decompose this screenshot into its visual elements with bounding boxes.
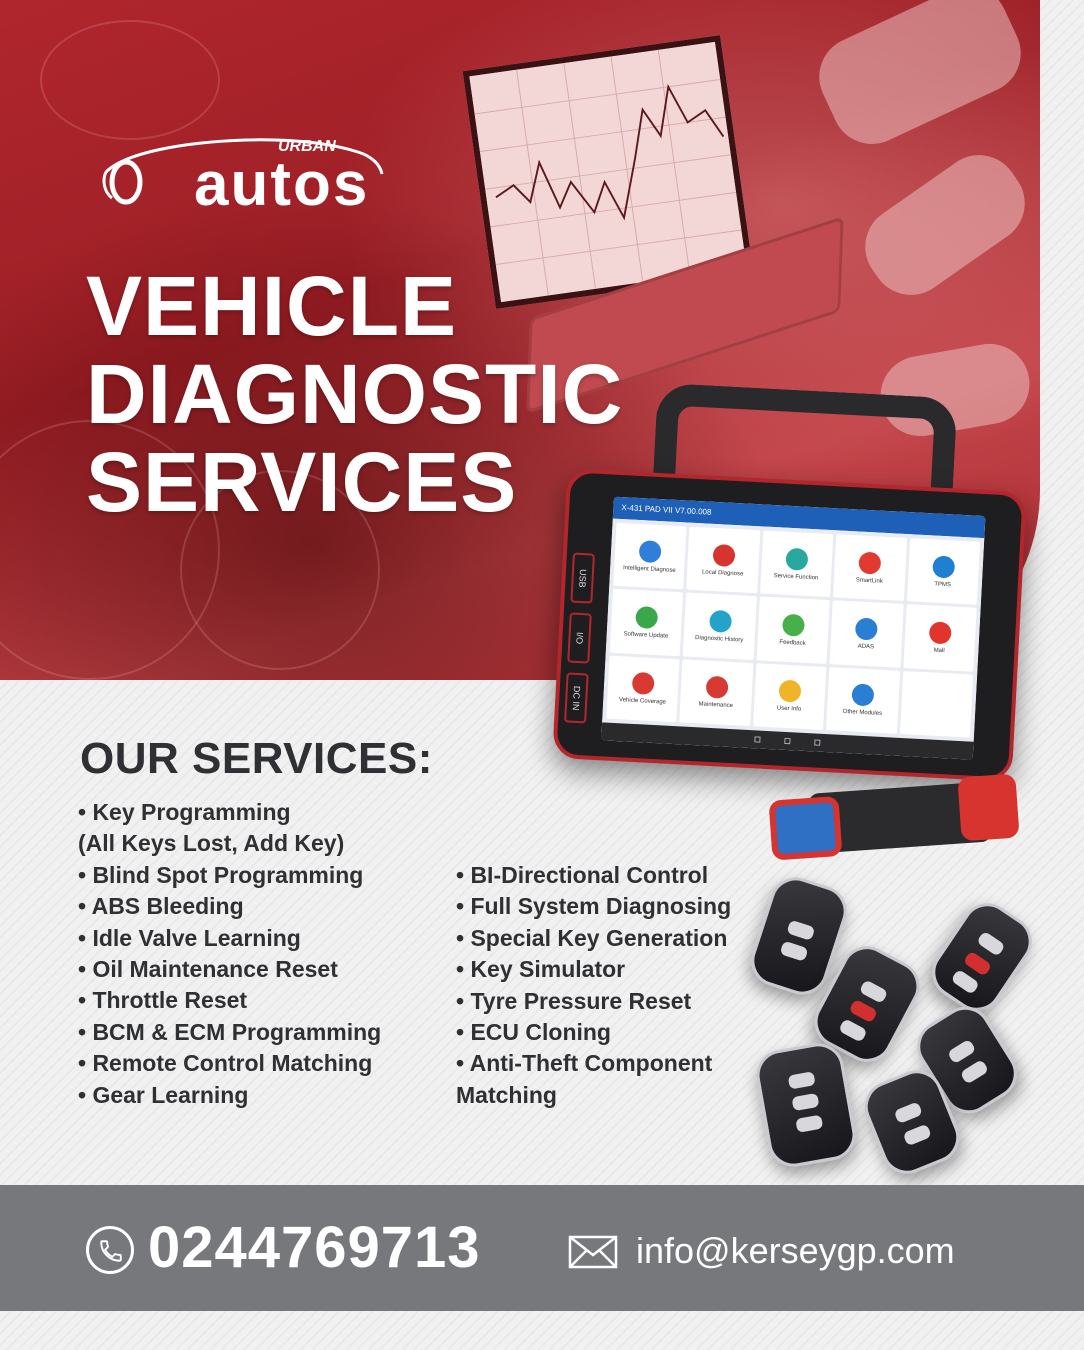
home-icon xyxy=(784,737,791,745)
feedback-icon xyxy=(781,613,806,637)
tablet-app-tile: Mall xyxy=(902,604,977,672)
key-button xyxy=(838,1018,868,1043)
dongle-cap-right xyxy=(957,773,1020,842)
phone-icon xyxy=(86,1226,134,1274)
key-button xyxy=(858,979,889,1004)
mechanic-hand-decoration xyxy=(806,0,1034,158)
adas-icon xyxy=(855,617,879,641)
other-modules-icon xyxy=(851,683,875,707)
headline-line: DIAGNOSTIC xyxy=(86,347,624,441)
service-item: • Tyre Pressure Reset xyxy=(456,987,692,1014)
cloud-diagnose-icon xyxy=(638,539,662,563)
tpms-icon xyxy=(931,555,956,579)
tablet-port: I/O xyxy=(567,612,592,664)
services-list-right: • BI-Directional Control • Full System D… xyxy=(456,860,731,1111)
service-item: • Throttle Reset xyxy=(78,987,248,1014)
car-diagnose-icon xyxy=(712,543,736,567)
tablet-screen: X-431 PAD VII V7.00.008 Intelligent Diag… xyxy=(601,496,986,760)
tablet-app-tile: ADAS xyxy=(829,600,904,668)
car-key-image xyxy=(752,1039,860,1171)
headline-line: VEHICLE xyxy=(86,259,458,353)
service-item: Matching xyxy=(456,1081,557,1108)
contact-footer: 0244769713 info@kerseygp.com xyxy=(0,1185,1084,1311)
key-button xyxy=(787,1071,816,1090)
service-item: • Full System Diagnosing xyxy=(456,893,732,920)
urban-autos-logo: URBAN autos xyxy=(96,122,396,222)
mall-icon xyxy=(928,621,952,645)
service-item: • ABS Bleeding xyxy=(78,893,244,920)
service-item: • Oil Maintenance Reset xyxy=(78,956,338,983)
key-button xyxy=(791,1092,820,1112)
history-icon xyxy=(708,609,732,633)
service-item: • Key Simulator xyxy=(456,956,626,983)
key-button xyxy=(893,1101,923,1125)
tablet-app-tile: Local Diagnose xyxy=(686,526,761,594)
service-item: • ECU Cloning xyxy=(456,1019,611,1046)
email-address[interactable]: info@kerseygp.com xyxy=(636,1229,955,1272)
tablet-app-tile: SmartLink xyxy=(833,534,907,602)
service-item: • BCM & ECM Programming xyxy=(78,1018,382,1045)
tablet-body: USB I/O DC IN X-431 PAD VII V7.00.008 In… xyxy=(552,468,1027,782)
update-icon xyxy=(635,605,659,630)
tablet-app-tile: Service Function xyxy=(759,530,834,598)
back-icon xyxy=(754,736,761,743)
phone-number[interactable]: 0244769713 xyxy=(148,1213,481,1283)
service-item: • Remote Control Matching xyxy=(78,1050,373,1077)
maintenance-icon xyxy=(705,676,729,700)
recent-apps-icon xyxy=(814,739,821,746)
service-icon xyxy=(785,547,809,571)
service-item: • Anti-Theft Component xyxy=(456,1050,713,1077)
vci-dongle-image xyxy=(768,769,1023,866)
service-item: • Special Key Generation xyxy=(456,924,728,951)
key-button xyxy=(946,1038,977,1065)
tablet-port-strip: USB I/O DC IN xyxy=(564,552,603,734)
tablet-app-tile: User Info xyxy=(752,662,827,730)
service-item: (All Keys Lost, Add Key) xyxy=(78,830,345,857)
service-item: • Key Programming xyxy=(78,799,291,825)
tablet-app-tile: Feedback xyxy=(756,596,831,664)
tablet-app-tile: Intelligent Diagnose xyxy=(613,522,687,590)
user-info-icon xyxy=(778,679,802,703)
mechanic-hand-decoration xyxy=(849,139,1040,311)
services-list-left: • Key Programming (All Keys Lost, Add Ke… xyxy=(78,797,381,1111)
key-button xyxy=(962,950,993,977)
tablet-app-tile: Vehicle Coverage xyxy=(606,655,680,723)
tablet-app-tile: TPMS xyxy=(906,538,981,606)
tablet-app-tile: Diagnostic History xyxy=(683,592,757,660)
key-button xyxy=(902,1123,932,1147)
key-button xyxy=(976,930,1006,957)
tablet-app-tile: Maintenance xyxy=(679,659,754,727)
service-item: • Idle Valve Learning xyxy=(78,924,301,951)
tablet-app-tile: Software Update xyxy=(609,589,684,656)
mail-icon xyxy=(568,1235,618,1269)
key-button xyxy=(950,968,980,995)
key-button xyxy=(848,998,879,1024)
services-title: OUR SERVICES: xyxy=(80,734,433,783)
service-item: • Gear Learning xyxy=(78,1081,249,1108)
coverage-icon xyxy=(631,672,655,696)
diagnostic-tablet-image: USB I/O DC IN X-431 PAD VII V7.00.008 In… xyxy=(552,382,1028,782)
service-item: • BI-Directional Control xyxy=(456,862,709,888)
tablet-port: DC IN xyxy=(564,672,589,724)
tablet-app-tile: Other Modules xyxy=(826,666,900,734)
service-item: • Blind Spot Programming xyxy=(78,861,364,888)
smartlink-icon xyxy=(858,551,882,575)
key-button xyxy=(779,940,809,962)
logo-autos-text: autos xyxy=(194,150,370,219)
key-button xyxy=(795,1114,824,1133)
key-button xyxy=(786,919,816,941)
tablet-app-grid: Intelligent Diagnose Local Diagnose Serv… xyxy=(602,518,985,742)
key-button xyxy=(959,1059,990,1085)
tablet-port: USB xyxy=(570,552,595,604)
car-key-image xyxy=(922,893,1042,1021)
dongle-cap-left xyxy=(768,795,843,861)
tablet-app-tile xyxy=(899,670,974,738)
